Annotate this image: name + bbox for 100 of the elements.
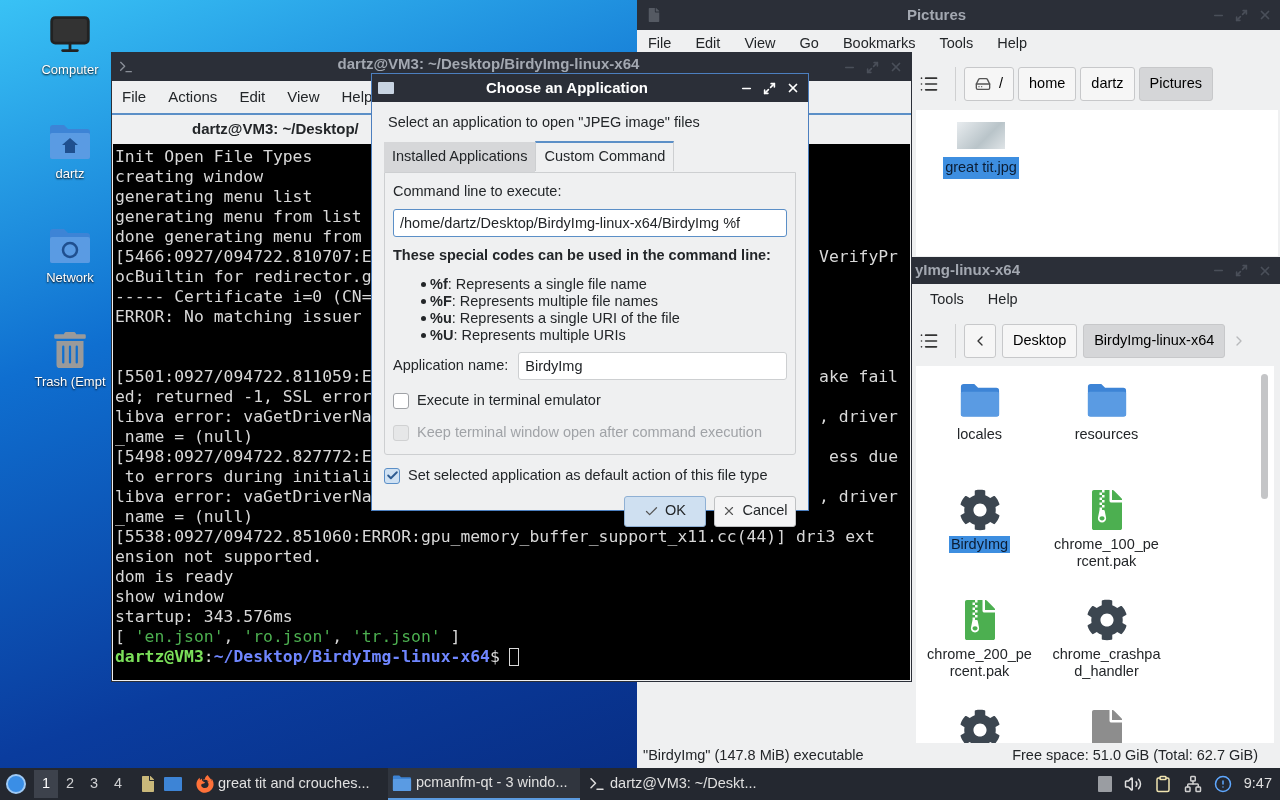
menu-item[interactable]: View [744, 33, 776, 55]
code-description: %U: Represents multiple URIs [430, 327, 626, 345]
menu-item[interactable]: View [287, 85, 320, 109]
bullet-icon [421, 316, 426, 322]
terminal-tab[interactable]: dartz@VM3: ~/Desktop/ [192, 118, 359, 141]
menu-item[interactable]: Tools [939, 33, 974, 55]
terminal-text: , driver [819, 487, 898, 507]
checkbox-label: Set selected application as default action of this file type [408, 465, 768, 485]
codes-heading: These special codes can be used in the command line: [393, 245, 772, 265]
workspace-button[interactable]: 2 [58, 770, 82, 798]
terminal-text: generating menu from list [115, 207, 362, 227]
view-menu-icon[interactable] [919, 331, 939, 351]
desktop-icon-label[interactable]: Network [46, 268, 94, 288]
home-folder-icon [48, 123, 92, 160]
menu-item[interactable]: Help [341, 85, 373, 109]
file-name[interactable]: chrome_100_percent.pak [1050, 536, 1163, 570]
command-field[interactable]: /home/dartz/Desktop/BirdyImg-linux-x64/BirdyImg %f [393, 208, 787, 237]
terminal-text: Init Open File Types [115, 147, 313, 167]
breadcrumb-button[interactable]: Pictures [1138, 67, 1213, 101]
checkbox-label: Keep terminal window open after command execution [417, 423, 762, 442]
bullet-icon [421, 282, 426, 288]
browser-icon [196, 775, 214, 793]
file-name[interactable]: chrome_crashpad_handler [1050, 646, 1163, 680]
name-field[interactable]: BirdyImg [518, 352, 787, 381]
status-text: Free space: 51.0 GiB (Total: 62.7 GiB) [1012, 745, 1258, 765]
checkbox[interactable] [384, 467, 400, 484]
back-button[interactable] [964, 324, 996, 358]
terminal-text: ERROR: No matching issuer [115, 307, 362, 327]
terminal-text: show window [115, 587, 224, 607]
breadcrumb-button[interactable]: dartz [1080, 67, 1135, 101]
terminal-text: [5538:0927/094722.851060:ERROR:gpu_memory_buffer_support_x11.cc(44)] dri3 ext [115, 527, 875, 547]
terminal-text: ension not supported. [115, 547, 323, 567]
breadcrumb-button[interactable]: BirdyImg-linux-x64 [1083, 324, 1226, 358]
bullet-icon [421, 299, 426, 305]
menu-item[interactable]: Edit [239, 85, 266, 109]
breadcrumb-button[interactable]: / [964, 67, 1015, 101]
menu-item[interactable]: File [648, 33, 672, 55]
volume-icon[interactable] [1123, 775, 1142, 793]
terminal-icon [118, 59, 134, 75]
task-button[interactable]: pcmanfm-qt - 3 windo... [388, 768, 580, 800]
checkbox-label: Execute in terminal emulator [417, 391, 601, 411]
tab[interactable]: Installed Applications [384, 141, 536, 172]
code-description: %u: Represents a single URI of the file [430, 310, 680, 328]
code-description: %f: Represents a single file name [430, 276, 647, 294]
file-name[interactable]: great tit.jpg [943, 157, 1019, 179]
menu-item[interactable]: Edit [695, 33, 721, 55]
terminal-text: , driver [819, 407, 898, 427]
menu-item[interactable]: Help [987, 289, 1018, 311]
cancel-button[interactable]: Cancel [714, 495, 796, 527]
breadcrumb-button[interactable]: Desktop [1002, 324, 1078, 358]
menu-item[interactable]: Tools [930, 289, 964, 311]
maximize-icon[interactable] [763, 81, 776, 95]
scrollbar[interactable] [1261, 374, 1268, 499]
terminal-text: libva error: vaGetDriverNa [115, 407, 372, 427]
task-button[interactable]: dartz@VM3: ~/Deskt... [584, 768, 776, 800]
clock: 9:47 [1243, 774, 1272, 794]
terminal-text: _name = (null) [115, 427, 254, 447]
terminal-icon [588, 775, 606, 793]
field-label: Application name: [393, 356, 509, 376]
terminal-text: dartz@VM3 [115, 647, 204, 667]
file-manager-icon[interactable] [140, 776, 156, 792]
workspace-button[interactable]: 3 [82, 770, 106, 798]
menu-item[interactable]: Bookmarks [842, 33, 916, 55]
desktop-icon-label[interactable]: Trash (Empt [34, 372, 106, 392]
close-icon[interactable] [786, 81, 800, 95]
start-menu-icon[interactable] [6, 774, 26, 794]
menu-item[interactable]: Actions [168, 85, 218, 109]
dialog-intro: Select an application to open "JPEG image" files [387, 113, 701, 132]
terminal-text: ----- Certificate i=0 (CN= [115, 287, 372, 307]
terminal-text: [5498:0927/094722.827772:E [115, 447, 372, 467]
terminal-text: ocBuiltin for redirector.g [115, 267, 372, 287]
terminal-text: creating window [115, 167, 264, 187]
tab[interactable]: Custom Command [535, 140, 675, 171]
task-button[interactable]: great tit and crouches... [192, 768, 384, 800]
workspace-button[interactable]: 1 [34, 770, 58, 798]
status-text: "BirdyImg" (147.8 MiB) executable [643, 745, 864, 765]
file-name[interactable]: resources [1072, 426, 1141, 443]
window-title: dartz@VM3: ~/Desktop/BirdyImg-linux-x64 [336, 55, 641, 73]
workspace-button[interactable]: 4 [106, 770, 130, 798]
menu-item[interactable]: Go [799, 33, 819, 55]
checkbox[interactable] [393, 393, 409, 410]
notification-icon[interactable] [1213, 775, 1232, 793]
view-menu-icon[interactable] [919, 74, 939, 94]
gear-icon [958, 709, 1001, 743]
bullet-icon [421, 333, 426, 339]
menu-item[interactable]: Help [997, 33, 1028, 55]
file-name[interactable]: locales [954, 426, 1005, 443]
network-folder-icon [48, 227, 92, 264]
window-title: yImg-linux-x64 [915, 260, 1022, 281]
terminal-text: _name = (null) [115, 507, 254, 527]
menu-item[interactable]: File [122, 85, 147, 109]
file-name[interactable]: chrome_200_percent.pak [923, 646, 1036, 680]
ok-button[interactable]: OK [624, 495, 706, 527]
terminal-text: libva error: vaGetDriverNa [115, 487, 372, 507]
clipboard-icon[interactable] [1153, 775, 1172, 793]
network-icon[interactable] [1183, 775, 1202, 793]
terminal-text: , [223, 627, 235, 647]
file-name[interactable]: BirdyImg [948, 536, 1011, 553]
terminal-text: ess due [828, 447, 898, 467]
breadcrumb-button[interactable]: home [1018, 67, 1077, 101]
